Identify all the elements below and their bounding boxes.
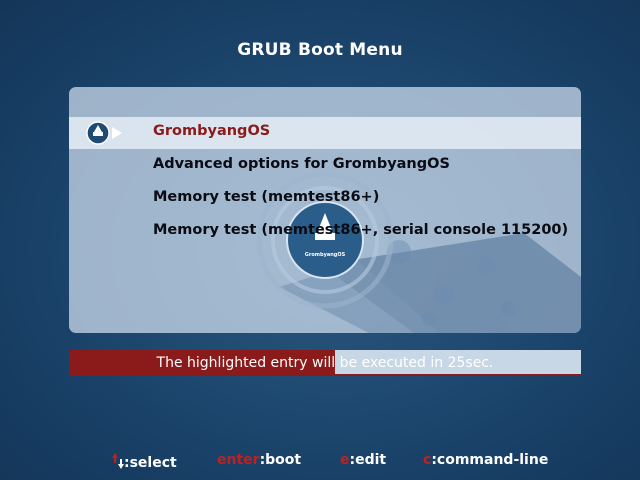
help-cmd-label: :command-line — [431, 452, 549, 468]
menu-entry-label: Advanced options for GrombyangOS — [153, 156, 450, 172]
menu-entry-memtest[interactable]: Memory test (memtest86+) — [69, 183, 581, 215]
timeout-message: The highlighted entry will be executed i… — [156, 355, 494, 371]
menu-entry-label: GrombyangOS — [153, 123, 271, 139]
timeout-progress-bar: The highlighted entry will be executed i… — [69, 350, 581, 376]
help-select-label: :select — [124, 455, 177, 471]
menu-entry-memtest-serial[interactable]: Memory test (memtest86+, serial console … — [69, 216, 581, 248]
menu-entry-label: Memory test (memtest86+, serial console … — [153, 222, 569, 238]
up-down-arrows-icon — [112, 453, 124, 469]
key-help-bar: :select enter:boot e:edit c:command-line — [0, 452, 640, 472]
boot-menu: GrombyangOS GrombyangOS Advanced options… — [69, 87, 581, 333]
watermark-logo-text: GrombyangOS — [305, 252, 346, 258]
help-select: :select — [112, 452, 177, 471]
menu-entry-grombyangos[interactable]: GrombyangOS — [69, 117, 581, 149]
help-boot-label: :boot — [259, 452, 302, 468]
help-edit-key: e — [340, 452, 350, 468]
timeout-progress-underline — [69, 374, 581, 376]
page-title: GRUB Boot Menu — [237, 40, 403, 60]
menu-entry-label: Memory test (memtest86+) — [153, 189, 380, 205]
distro-logo-icon — [86, 121, 122, 145]
help-command-line: c:command-line — [423, 452, 548, 468]
menu-entry-advanced-options[interactable]: Advanced options for GrombyangOS — [69, 150, 581, 182]
help-edit-label: :edit — [349, 452, 387, 468]
help-enter-key: enter — [217, 452, 260, 468]
help-edit: e:edit — [340, 452, 386, 468]
help-boot: enter:boot — [217, 452, 301, 468]
